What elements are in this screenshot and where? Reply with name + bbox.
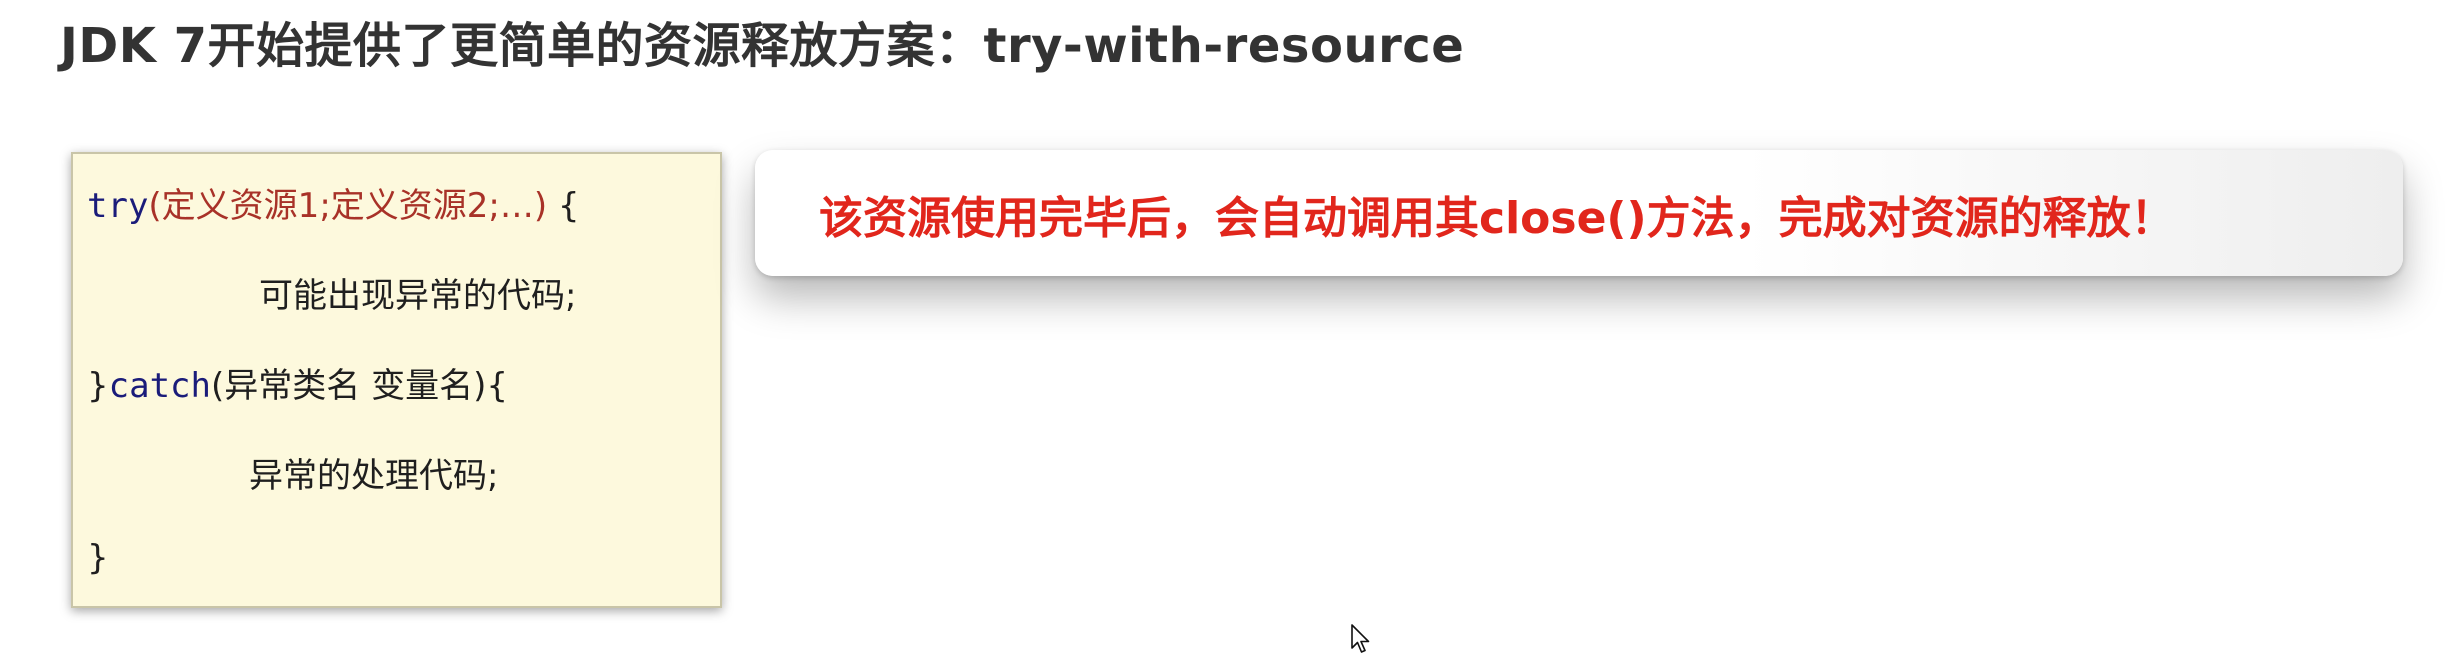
callout-box: 该资源使用完毕后，会自动调用其close()方法，完成对资源的释放！ xyxy=(755,150,2403,276)
resource-definitions: (定义资源1;定义资源2;…) xyxy=(148,186,548,226)
mouse-pointer-icon xyxy=(1351,624,1370,653)
code-line-catch: }catch(异常类名 变量名){ xyxy=(87,358,508,407)
code-line-handler: 异常的处理代码; xyxy=(249,456,499,496)
callout-text: 该资源使用完毕后，会自动调用其close()方法，完成对资源的释放！ xyxy=(819,193,2175,244)
code-line-risky-code: 可能出现异常的代码; xyxy=(259,276,577,316)
slide-title: JDK 7开始提供了更简单的资源释放方案：try-with-resource xyxy=(60,18,1465,74)
catch-keyword: catch xyxy=(108,366,211,406)
code-snippet-box: try(定义资源1;定义资源2;…) { 可能出现异常的代码; }catch(异… xyxy=(71,152,722,608)
code-line-try: try(定义资源1;定义资源2;…) { xyxy=(87,178,580,227)
code-line-end-brace: } xyxy=(87,538,109,578)
try-keyword: try xyxy=(87,186,149,226)
catch-params: (异常类名 变量名){ xyxy=(211,366,508,406)
close-brace: } xyxy=(87,366,109,406)
open-brace: { xyxy=(547,186,580,226)
